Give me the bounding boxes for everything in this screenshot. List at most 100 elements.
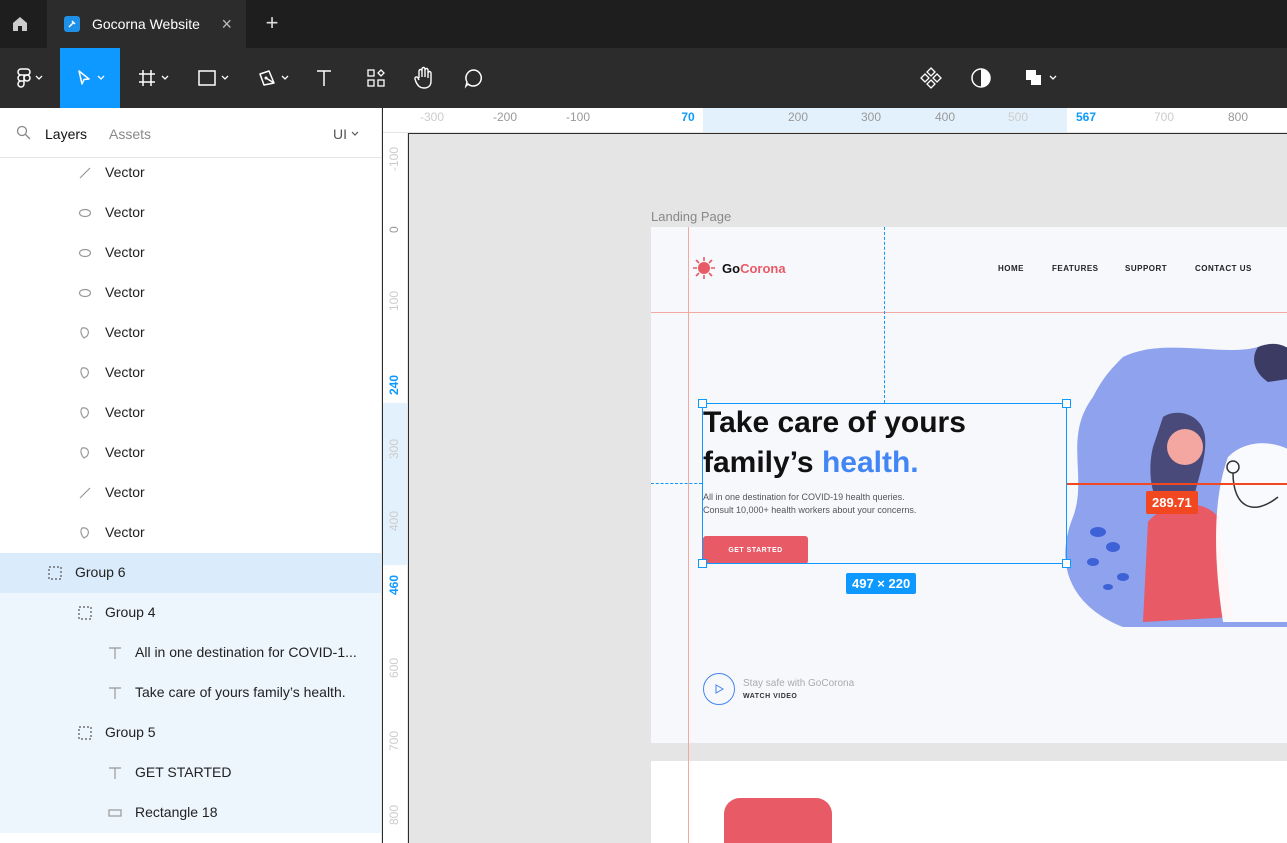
rectangle-icon (107, 805, 123, 821)
mask-button[interactable] (964, 48, 998, 108)
layer-row[interactable]: Vector (0, 313, 381, 353)
layer-row[interactable]: Vector (0, 193, 381, 233)
search-icon[interactable] (16, 125, 31, 145)
figma-menu-button[interactable] (0, 48, 60, 108)
components-button[interactable] (914, 48, 948, 108)
frame-tool-button[interactable] (128, 48, 178, 108)
layer-row[interactable]: Group 5 (0, 713, 381, 753)
measure-line (651, 483, 702, 484)
comment-icon (464, 69, 482, 89)
tab-assets[interactable]: Assets (109, 126, 151, 142)
ruler-mark: 300 (860, 110, 882, 124)
layer-name: Group 6 (75, 564, 126, 580)
layer-name: Group 4 (105, 604, 156, 620)
close-tab-icon[interactable]: × (221, 15, 232, 33)
layer-row[interactable]: Rectangle 18 (0, 793, 381, 833)
selection-size-badge: 497 × 220 (846, 573, 917, 594)
selection-box[interactable] (698, 399, 1071, 568)
ruler-mark: -300 (419, 110, 445, 124)
vector-shape-icon (77, 525, 93, 541)
layer-row[interactable]: GET STARTED (0, 753, 381, 793)
layer-name: All in one destination for COVID-1... (135, 644, 357, 660)
layer-row[interactable]: Vector (0, 233, 381, 273)
layer-row[interactable]: Group 4 (0, 593, 381, 633)
ruler-mark: 567 (1075, 110, 1097, 124)
layers-panel: Layers Assets UI Vector Vector Vector Vecto… (0, 108, 382, 843)
layer-row[interactable]: All in one destination for COVID-1... (0, 633, 381, 673)
resize-handle[interactable] (698, 559, 707, 568)
home-icon[interactable] (0, 0, 40, 48)
group-icon (47, 565, 63, 581)
layer-name: Vector (105, 324, 145, 340)
file-tab[interactable]: Gocorna Website × (47, 0, 246, 48)
hand-tool-button[interactable] (406, 48, 442, 108)
chevron-down-icon (97, 75, 105, 80)
play-video-button[interactable] (703, 673, 735, 705)
measure-line (884, 227, 885, 403)
ruler-mark: 700 (1153, 110, 1175, 124)
layer-name: Group 5 (105, 724, 156, 740)
frame-label[interactable]: Landing Page (651, 209, 731, 224)
resize-handle[interactable] (1062, 399, 1071, 408)
logo-text: GoCorona (722, 261, 786, 276)
layer-row[interactable]: Vector (0, 473, 381, 513)
chevron-down-icon (35, 75, 43, 80)
layer-row[interactable]: Vector (0, 273, 381, 313)
layer-name: Take care of yours family’s health. (135, 684, 346, 700)
chevron-down-icon (221, 75, 229, 80)
page-selector[interactable]: UI (333, 126, 359, 142)
text-layer-icon (107, 685, 123, 701)
layer-row[interactable]: Group 6 (0, 553, 381, 593)
pen-tool-button[interactable] (248, 48, 298, 108)
ruler-mark: 400 (934, 110, 956, 124)
watch-video-link[interactable]: WATCH VIDEO (743, 693, 797, 700)
comment-tool-button[interactable] (456, 48, 492, 108)
gocorona-logo[interactable]: GoCorona (692, 256, 786, 280)
chevron-down-icon (281, 75, 289, 80)
ruler-mark: 240 (387, 374, 401, 395)
move-tool-button[interactable] (60, 48, 120, 108)
ruler-mark: 70 (681, 110, 695, 124)
logo-go: Go (722, 260, 741, 276)
resize-handle[interactable] (698, 399, 707, 408)
layer-name: Rectangle 18 (135, 804, 218, 820)
ruler-mark: 800 (1227, 110, 1249, 124)
layer-name: Vector (105, 524, 145, 540)
resources-icon (367, 69, 385, 87)
layer-name: Vector (105, 244, 145, 260)
layer-row[interactable]: Vector (0, 393, 381, 433)
hand-icon (414, 66, 432, 89)
shape-tool-button[interactable] (188, 48, 238, 108)
nav-features[interactable]: FEATURES (1052, 264, 1099, 273)
chevron-down-icon (1049, 75, 1057, 80)
tab-layers[interactable]: Layers (45, 126, 87, 142)
components-icon (920, 67, 942, 89)
resources-tool-button[interactable] (358, 48, 394, 108)
group-icon (77, 725, 93, 741)
horizontal-ruler: -300 -200 -100 70 200 300 400 500 567 70… (383, 108, 1287, 133)
cursor-icon (78, 70, 90, 85)
new-tab-icon[interactable]: + (260, 12, 284, 36)
feature-card[interactable] (724, 798, 832, 843)
layer-row[interactable]: Take care of yours family’s health. (0, 673, 381, 713)
vector-shape-icon (77, 325, 93, 341)
layer-row[interactable]: Vector (0, 153, 381, 193)
layer-name: Vector (105, 284, 145, 300)
vector-ellipse-icon (77, 205, 93, 221)
layer-row[interactable]: Vector (0, 353, 381, 393)
resize-handle[interactable] (1062, 559, 1071, 568)
ruler-mark: 200 (787, 110, 809, 124)
nav-contact-us[interactable]: CONTACT US (1195, 264, 1252, 273)
nav-support[interactable]: SUPPORT (1125, 264, 1167, 273)
text-tool-button[interactable] (306, 48, 342, 108)
tab-title: Gocorna Website (92, 16, 200, 32)
nav-home[interactable]: HOME (998, 264, 1024, 273)
design-canvas[interactable]: Landing Page GoCorona HOME FEATURES SUPP… (409, 134, 1287, 843)
ruler-mark: 500 (1007, 110, 1029, 124)
ruler-mark: 460 (387, 574, 401, 595)
frame-icon (139, 70, 155, 86)
layer-row[interactable]: Vector (0, 513, 381, 553)
boolean-button[interactable] (1016, 48, 1064, 108)
hero-illustration[interactable] (1053, 337, 1287, 637)
layer-row[interactable]: Vector (0, 433, 381, 473)
